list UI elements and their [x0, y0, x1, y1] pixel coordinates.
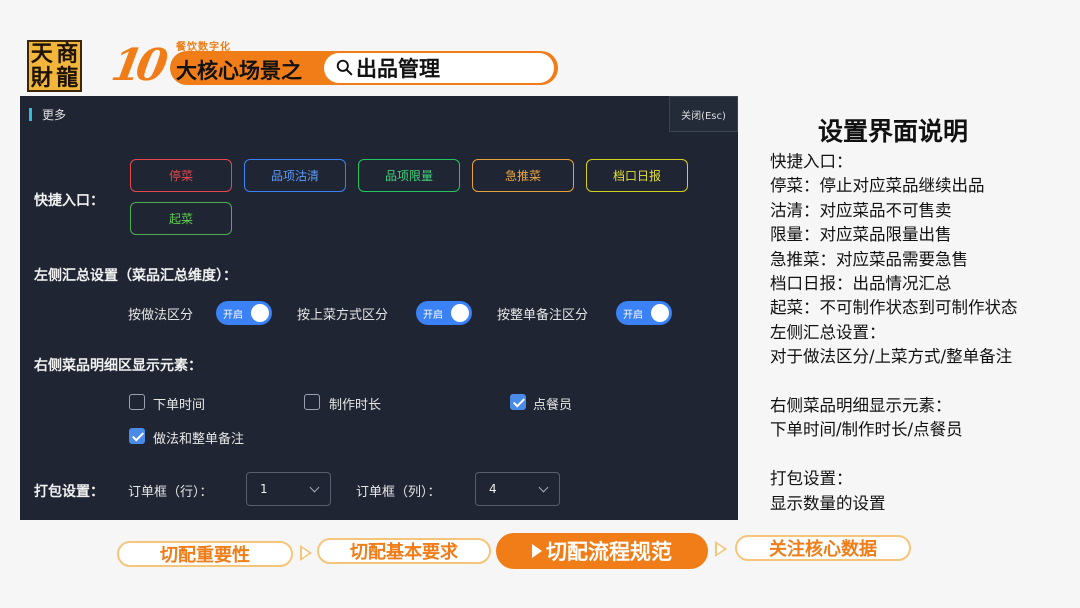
panel-title: 更多 [42, 108, 67, 122]
chevron-down-icon [538, 482, 549, 493]
explain-text: 快捷入口： 停菜：停止对应菜品继续出品 沽清：对应菜品不可售卖 限量：对应菜品限… [770, 150, 1076, 516]
toggle-text: 开启 [223, 309, 243, 321]
logo-char: 天 [30, 41, 53, 67]
explain-line: 右侧菜品明细显示元素： [770, 396, 952, 416]
by-note-label: 按整单备注区分 [497, 308, 589, 323]
packing-settings-label: 打包设置： [34, 484, 104, 500]
explain-line: 快捷入口： [770, 152, 853, 171]
explain-line [770, 370, 1076, 394]
order-time-label: 下单时间 [153, 398, 206, 413]
explain-line: 停菜：停止对应菜品继续出品 [770, 176, 985, 196]
step-arrow-icon [715, 541, 727, 557]
logo-char: 財 [30, 65, 53, 91]
method-note-label: 做法和整单备注 [153, 432, 245, 447]
toggle-knob [651, 304, 669, 322]
col-count-value: 4 [489, 482, 497, 496]
order-time-checkbox[interactable] [129, 394, 145, 410]
chevron-down-icon [309, 482, 320, 493]
stop-dish-button[interactable]: 停菜 [130, 159, 232, 192]
explain-line: 显示数量的设置 [770, 493, 886, 513]
by-method-label: 按做法区分 [128, 308, 194, 323]
row-count-value: 1 [260, 482, 268, 496]
step-cutting-process[interactable]: 切配流程规范 [496, 533, 708, 569]
col-count-select[interactable]: 4 [475, 472, 560, 506]
topic-label: 出品管理 [356, 57, 440, 81]
quick-entry-label: 快捷入口： [34, 193, 104, 209]
explain-line: 打包设置： [770, 469, 853, 489]
toggle-text: 开启 [423, 309, 443, 321]
waiter-checkbox[interactable] [510, 394, 526, 410]
step-label: 切配流程规范 [546, 540, 672, 564]
step-cutting-importance[interactable]: 切配重要性 [117, 541, 293, 567]
urgent-push-button[interactable]: 急推菜 [472, 159, 574, 192]
explain-line: 档口日报：出品情况汇总 [770, 274, 952, 294]
panel-header: 更多 [20, 96, 738, 136]
step-cutting-requirements[interactable]: 切配基本要求 [317, 538, 491, 564]
explain-title: 设置界面说明 [818, 117, 969, 146]
explain-line: 急推菜：对应菜品需要急售 [770, 249, 968, 269]
explain-line: 限量：对应菜品限量出售 [770, 225, 952, 245]
method-note-checkbox[interactable] [129, 428, 145, 444]
step-core-data[interactable]: 关注核心数据 [735, 535, 911, 561]
cook-duration-label: 制作时长 [329, 398, 382, 413]
detail-elements-label: 右侧菜品明细区显示元素： [34, 358, 202, 374]
banner-title: 大核心场景之 [176, 59, 302, 83]
explain-line: 下单时间/制作时长/点餐员 [770, 420, 963, 440]
close-button[interactable]: 关闭(Esc) [669, 96, 738, 132]
play-arrow-icon [532, 544, 542, 558]
limit-button[interactable]: 品项限量 [358, 159, 460, 192]
toggle-text: 开启 [623, 309, 643, 321]
explain-line: 沽清：对应菜品不可售卖 [770, 200, 952, 220]
topic-pill: 出品管理 [324, 53, 554, 83]
step-arrow-icon [300, 545, 312, 561]
search-icon [336, 59, 353, 76]
waiter-label: 点餐员 [533, 398, 573, 413]
toggle-knob [451, 304, 469, 322]
logo-char: 龍 [56, 65, 79, 91]
row-count-select[interactable]: 1 [246, 472, 331, 506]
by-note-toggle[interactable]: 开启 [616, 301, 672, 325]
summary-settings-label: 左侧汇总设置（菜品汇总维度）： [34, 268, 237, 284]
by-method-toggle[interactable]: 开启 [216, 301, 272, 325]
panel-accent-bar [29, 108, 32, 121]
col-count-label: 订单框（列）： [356, 485, 441, 500]
cook-duration-checkbox[interactable] [304, 394, 320, 410]
brand-logo: 天 商 財 龍 [27, 40, 82, 92]
ten-numeral: 10 [107, 40, 166, 91]
logo-char: 商 [56, 41, 79, 67]
row-count-label: 订单框（行）： [128, 485, 213, 500]
explain-line: 对于做法区分/上菜方式/整单备注 [770, 347, 1013, 367]
toggle-knob [251, 304, 269, 322]
explain-line: 起菜：不可制作状态到可制作状态 [770, 298, 1018, 318]
explain-line [770, 443, 1076, 467]
station-report-button[interactable]: 档口日报 [586, 159, 688, 192]
explain-line: 左侧汇总设置： [770, 322, 886, 342]
by-serving-toggle[interactable]: 开启 [416, 301, 472, 325]
by-serving-label: 按上菜方式区分 [297, 308, 389, 323]
sold-out-button[interactable]: 品项沽清 [244, 159, 346, 192]
banner-tag: 餐饮数字化 [176, 42, 231, 53]
start-dish-button[interactable]: 起菜 [130, 202, 232, 235]
settings-panel: 更多 关闭(Esc) 快捷入口： 停菜 品项沽清 品项限量 急推菜 档口日报 起… [20, 96, 738, 520]
